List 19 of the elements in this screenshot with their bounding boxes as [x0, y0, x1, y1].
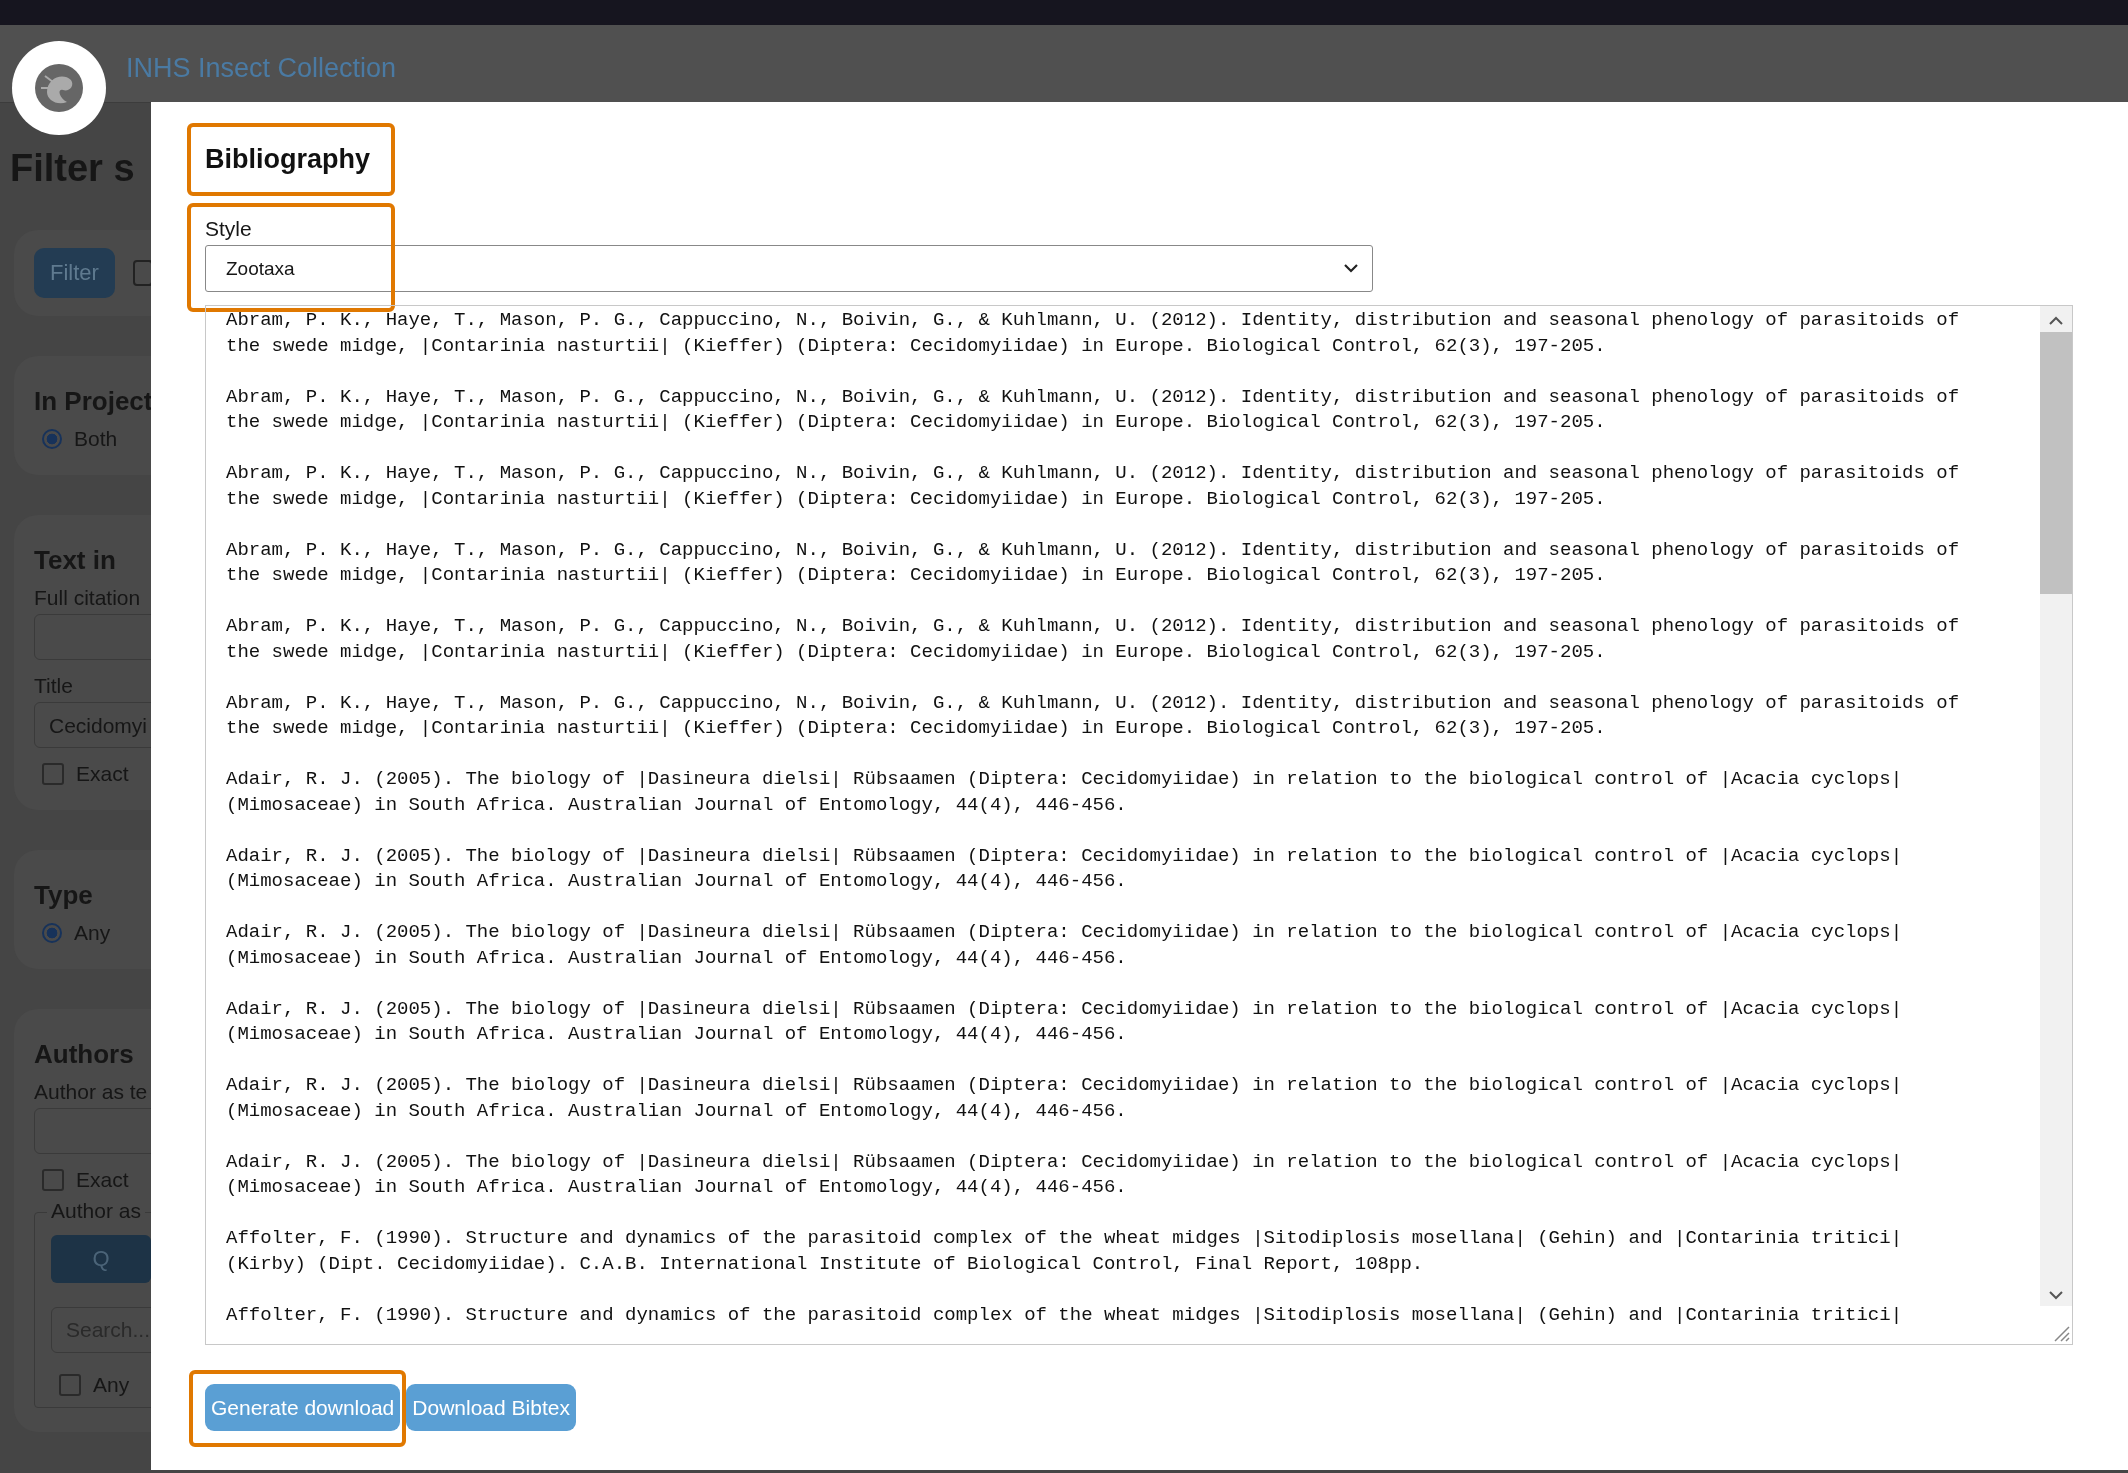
- checkbox[interactable]: [42, 1169, 64, 1191]
- bibliography-text[interactable]: Abram, P. K., Haye, T., Mason, P. G., Cappuccino, N., Boivin, G., & Kuhlmann, U. (2012). Identity, distribution and seasonal phenology of parasitoids of the swede midge, |Contarinia nasturtii| (Kieffer) (Diptera: Cecidomyiidae) in Europe. Biological Control, 62(3), 197-205. Abram, P. K., Haye, T., Mason, P. G., Cappuccino, N., Boivin, G., & Kuhlmann, U. (2012). Identity, distribution and seasonal phenology of parasitoids of the swede midge, |Contarinia nasturtii| (Kieffer) (Diptera: Cecidomyiidae) in Europe. Biological Control, 62(3), 197-205. Abram, P. K., Haye, T., Mason, P. G., Cappuccino, N., Boivin, G., & Kuhlmann, U. (2012). Identity, distribution and seasonal phenology of parasitoids of the swede midge, |Contarinia nasturtii| (Kieffer) (Diptera: Cecidomyiidae) in Europe. Biological Control, 62(3), 197-205. Abram, P. K., Haye, T., Mason, P. G., Cappuccino, N., Boivin, G., & Kuhlmann, U. (2012). Identity, distribution and seasonal phenology of parasitoids of the swede midge, |Contarinia nasturtii| (Kieffer) (Diptera: Cecidomyiidae) in Europe. Biological Control, 62(3), 197-205. Abram, P. K., Haye, T., Mason, P. G., Cappuccino, N., Boivin, G., & Kuhlmann, U. (2012). Identity, distribution and seasonal phenology of parasitoids of the swede midge, |Contarinia nasturtii| (Kieffer) (Diptera: Cecidomyiidae) in Europe. Biological Control, 62(3), 197-205. Abram, P. K., Haye, T., Mason, P. G., Cappuccino, N., Boivin, G., & Kuhlmann, U. (2012). Identity, distribution and seasonal phenology of parasitoids of the swede midge, |Contarinia nasturtii| (Kieffer) (Diptera: Cecidomyiidae) in Europe. Biological Control, 62(3), 197-205. Adair, R. J. (2005). The biology of |Dasineura dielsi| Rübsaamen (Diptera: Cecidomyiidae) in relation to the biological control of |Acacia cyclops| (Mimosaceae) in South Africa. Australian Journal of Entomology, 44(4), 446-456. Adair, R. J. (2005). The biology of |Dasineura dielsi| Rübsaamen (Diptera: Cecidomyiidae) in relation to the biological control of |Acacia cyclops| (Mimosaceae) in South Africa. Australian Journal of Entomology, 44(4), 446-456. Adair, R. J. (2005). The biology of |Dasineura dielsi| Rübsaamen (Diptera: Cecidomyiidae) in relation to the biological control of |Acacia cyclops| (Mimosaceae) in South Africa. Australian Journal of Entomology, 44(4), 446-456. Adair, R. J. (2005). The biology of |Dasineura dielsi| Rübsaamen (Diptera: Cecidomyiidae) in relation to the biological control of |Acacia cyclops| (Mimosaceae) in South Africa. Australian Journal of Entomology, 44(4), 446-456. Adair, R. J. (2005). The biology of |Dasineura dielsi| Rübsaamen (Diptera: Cecidomyiidae) in relation to the biological control of |Acacia cyclops| (Mimosaceae) in South Africa. Australian Journal of Entomology, 44(4), 446-456. Adair, R. J. (2005). The biology of |Dasineura dielsi| Rübsaamen (Diptera: Cecidomyiidae) in relation to the biological control of |Acacia cyclops| (Mimosaceae) in South Africa. Australian Journal of Entomology, 44(4), 446-456. Affolter, F. (1990). Structure and dynamics of the parasitoid complex of the wheat midges |Sitodiplosis mosellana| (Gehin) and |Contarinia tritici| (Kirby) (Dipt. Cecidomyiidae). C.A.B. International Institute of Biological Control, Final Report, 108pp. Affolter, F. (1990). Structure and dynamics of the parasitoid complex of the wheat midges |Sitodiplosis mosellana| (Gehin) and |Contarinia tritici|: [206, 306, 2040, 1344]
- scrollbar[interactable]: [2040, 306, 2072, 1306]
- dialog-title: Bibliography: [205, 144, 370, 175]
- scroll-up-icon[interactable]: [2048, 316, 2064, 326]
- download-button[interactable]: Generate download: [205, 1384, 401, 1431]
- field-label: Style: [205, 217, 253, 241]
- chevron-down-icon: [1344, 264, 1358, 273]
- style-select[interactable]: Zootaxa: [205, 245, 1373, 292]
- download-button[interactable]: Download Bibtex: [406, 1384, 576, 1431]
- scrollbar-thumb[interactable]: [2040, 332, 2072, 594]
- checkbox[interactable]: [59, 1374, 81, 1396]
- radio-button[interactable]: [42, 429, 62, 449]
- site-title[interactable]: INHS Insect Collection: [126, 53, 397, 84]
- checkbox[interactable]: [42, 763, 64, 785]
- radio-button[interactable]: [42, 923, 62, 943]
- resize-grip-icon[interactable]: [2052, 1324, 2070, 1342]
- filter-button[interactable]: Filter: [34, 248, 115, 298]
- scroll-down-icon[interactable]: [2048, 1290, 2064, 1300]
